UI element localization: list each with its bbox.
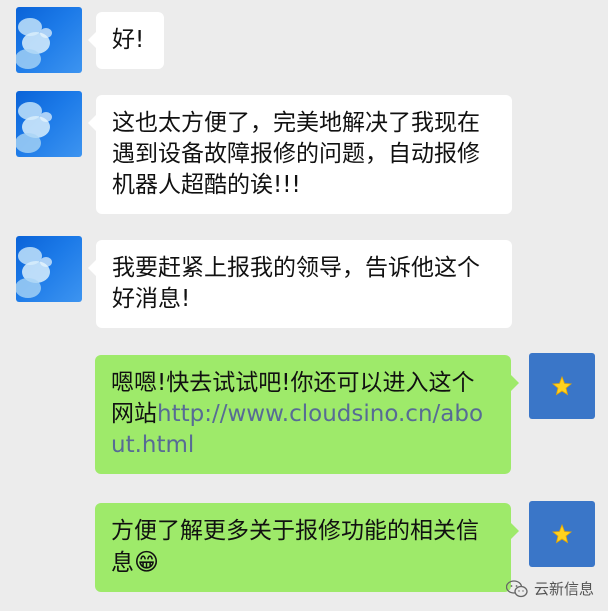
message-text: 方便了解更多关于报修功能的相关信息 <box>111 518 479 576</box>
message-bubble-outgoing: 方便了解更多关于报修功能的相关信息😁 <box>95 503 519 592</box>
cloud-avatar-icon <box>16 18 52 69</box>
cloud-avatar-icon <box>16 247 52 298</box>
contact-avatar[interactable] <box>16 236 82 302</box>
website-link[interactable]: http://www.cloudsino.cn/about.html <box>111 401 483 458</box>
user-avatar[interactable] <box>529 353 595 419</box>
watermark: 云新信息 <box>505 578 594 599</box>
contact-avatar[interactable] <box>16 7 82 73</box>
grinning-face-icon: 😁 <box>134 548 160 576</box>
star-avatar-icon <box>551 375 573 396</box>
message-text: 这也太方便了，完美地解决了我现在遇到设备故障报修的问题，自动报修机器人超酷的诶!… <box>112 110 480 198</box>
user-avatar[interactable] <box>529 501 595 567</box>
message-text: 我要赶紧上报我的领导，告诉他这个好消息! <box>112 255 480 312</box>
contact-avatar[interactable] <box>16 91 82 157</box>
message-bubble-incoming: 这也太方便了，完美地解决了我现在遇到设备故障报修的问题，自动报修机器人超酷的诶!… <box>88 95 512 214</box>
message-bubble-outgoing: 嗯嗯!快去试试吧!你还可以进入这个网站http://www.cloudsino.… <box>95 355 519 474</box>
message-text: 好! <box>112 27 145 53</box>
message-bubble-incoming: 我要赶紧上报我的领导，告诉他这个好消息! <box>88 240 512 328</box>
wechat-icon <box>505 579 528 597</box>
star-avatar-icon <box>551 523 573 544</box>
watermark-label: 云新信息 <box>533 580 594 598</box>
message-bubble-incoming: 好! <box>88 12 164 69</box>
cloud-avatar-icon <box>16 102 52 153</box>
